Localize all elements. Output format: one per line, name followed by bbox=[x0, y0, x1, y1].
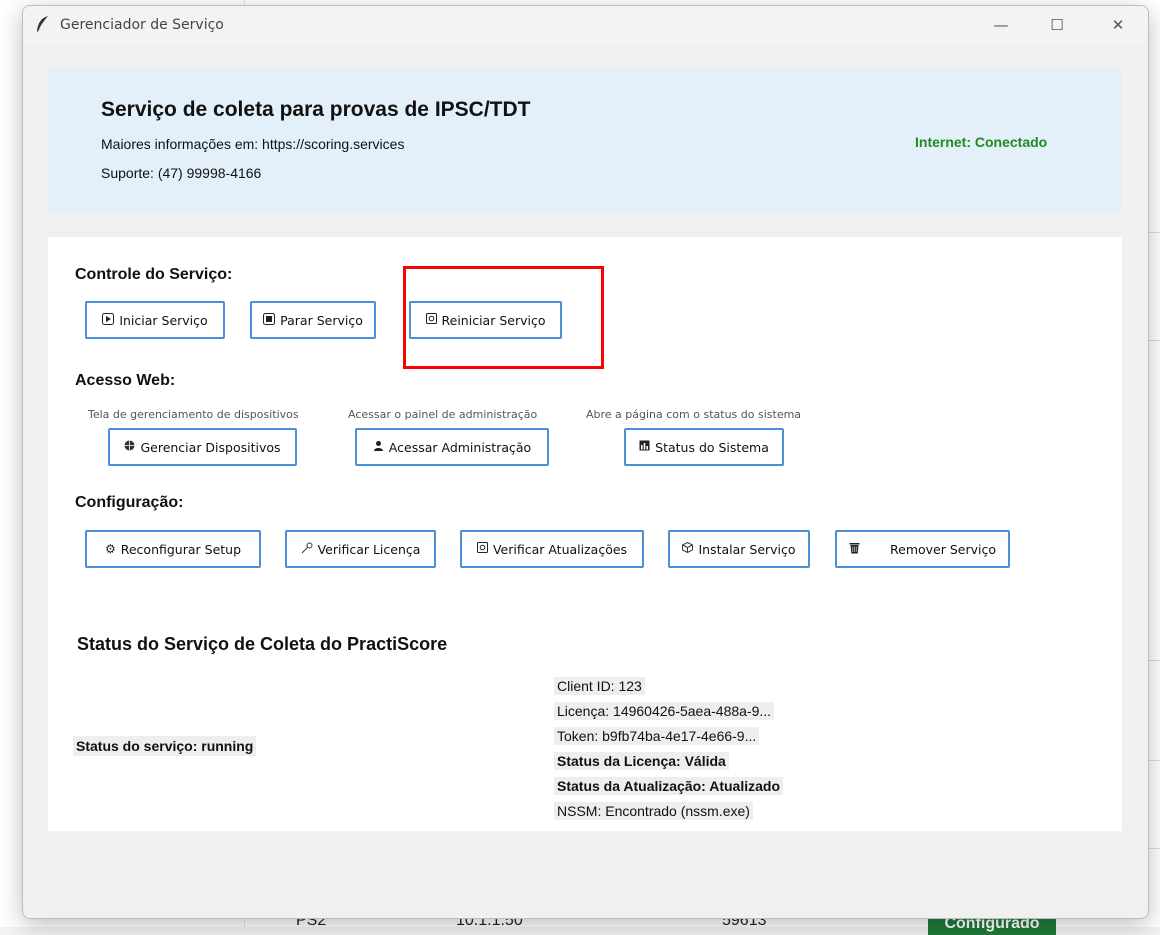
manage-devices-label: Gerenciar Dispositivos bbox=[140, 439, 281, 455]
key-icon bbox=[301, 542, 313, 557]
update-status: Status da Atualização: Atualizado bbox=[554, 777, 783, 795]
license-key: Licença: 14960426-5aea-488a-9... bbox=[554, 702, 775, 720]
trash-icon bbox=[849, 542, 860, 557]
globe-icon bbox=[124, 440, 135, 454]
user-icon bbox=[373, 440, 384, 454]
support-text: Suporte: (47) 99998-4166 bbox=[101, 165, 262, 181]
gear-icon: ⚙ bbox=[104, 542, 116, 556]
package-icon bbox=[682, 541, 694, 556]
start-service-label: Iniciar Serviço bbox=[119, 312, 208, 328]
reconfigure-setup-button[interactable]: ⚙ Reconfigurar Setup bbox=[85, 530, 261, 568]
minimize-button[interactable]: — bbox=[978, 6, 1024, 44]
verify-license-button[interactable]: Verificar Licença bbox=[285, 530, 436, 568]
configuration-heading: Configuração: bbox=[75, 494, 184, 511]
stop-icon bbox=[263, 312, 276, 328]
check-updates-button[interactable]: Verificar Atualizações bbox=[460, 530, 644, 568]
license-status: Status da Licença: Válida bbox=[554, 752, 729, 770]
system-status-label: Status do Sistema bbox=[655, 439, 769, 455]
remove-service-label: Remover Serviço bbox=[890, 541, 996, 557]
check-updates-label: Verificar Atualizações bbox=[492, 541, 628, 557]
admin-access-label: Acessar Administração bbox=[388, 439, 532, 455]
stop-service-label: Parar Serviço bbox=[280, 312, 363, 328]
manage-devices-hint: Tela de gerenciamento de dispositivos bbox=[88, 408, 299, 421]
client-id: Client ID: 123 bbox=[554, 677, 645, 695]
admin-access-button[interactable]: Acessar Administração bbox=[355, 428, 549, 466]
admin-hint: Acessar o painel de administração bbox=[348, 408, 538, 421]
reconfigure-setup-label: Reconfigurar Setup bbox=[120, 541, 242, 557]
main-panel: Controle do Serviço: Iniciar Serviço Par… bbox=[48, 237, 1122, 831]
header-panel: Serviço de coleta para provas de IPSC/TD… bbox=[48, 69, 1122, 212]
status-heading: Status do Serviço de Coleta do PractiSco… bbox=[77, 634, 448, 654]
remove-service-button[interactable]: Remover Serviço bbox=[835, 530, 1010, 568]
update-icon bbox=[476, 542, 488, 556]
play-icon bbox=[102, 312, 115, 328]
chart-icon bbox=[639, 440, 650, 454]
nssm-status: NSSM: Encontrado (nssm.exe) bbox=[554, 802, 753, 820]
service-manager-window: Gerenciador de Serviço — ☐ ✕ Serviço de … bbox=[22, 5, 1149, 919]
token: Token: b9fb74ba-4e17-4e66-9... bbox=[554, 727, 760, 745]
install-service-button[interactable]: Instalar Serviço bbox=[668, 530, 810, 568]
close-button[interactable]: ✕ bbox=[1095, 6, 1141, 44]
stop-service-button[interactable]: Parar Serviço bbox=[250, 301, 376, 339]
manage-devices-button[interactable]: Gerenciar Dispositivos bbox=[108, 428, 297, 466]
highlight-annotation bbox=[403, 266, 604, 369]
install-service-label: Instalar Serviço bbox=[698, 541, 796, 557]
system-status-hint: Abre a página com o status do sistema bbox=[586, 408, 802, 421]
feather-icon bbox=[35, 15, 49, 38]
page-title: Serviço de coleta para provas de IPSC/TD… bbox=[101, 98, 531, 121]
service-control-heading: Controle do Serviço: bbox=[75, 266, 233, 283]
internet-status: Internet: Conectado bbox=[915, 134, 1048, 150]
info-text: Maiores informações em: https://scoring.… bbox=[101, 136, 405, 152]
title-bar[interactable]: Gerenciador de Serviço — ☐ ✕ bbox=[23, 6, 1148, 44]
maximize-button[interactable]: ☐ bbox=[1034, 6, 1080, 44]
web-access-heading: Acesso Web: bbox=[75, 372, 176, 389]
start-service-button[interactable]: Iniciar Serviço bbox=[85, 301, 225, 339]
service-status: Status do serviço: running bbox=[73, 736, 257, 756]
verify-license-label: Verificar Licença bbox=[317, 541, 421, 557]
window-title: Gerenciador de Serviço bbox=[60, 17, 224, 33]
system-status-button[interactable]: Status do Sistema bbox=[624, 428, 784, 466]
